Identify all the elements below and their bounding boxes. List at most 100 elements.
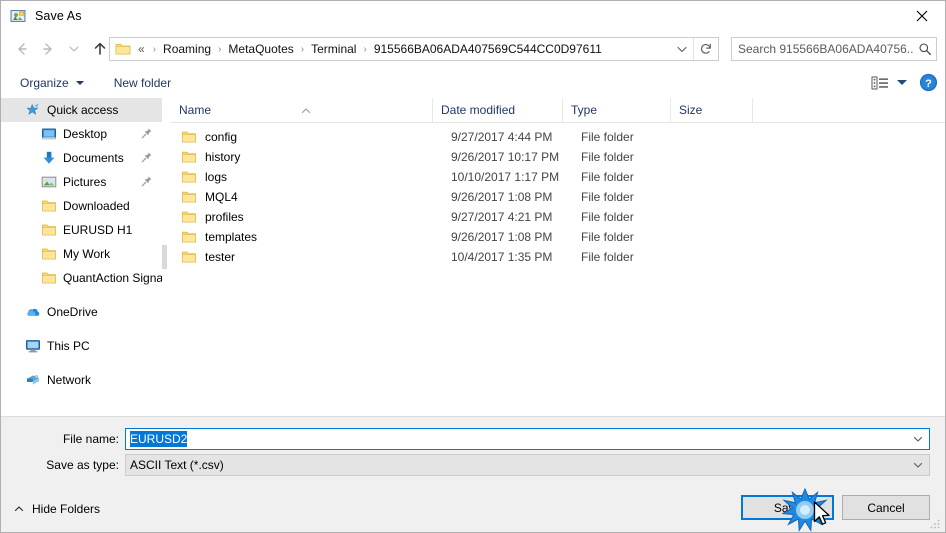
close-button[interactable] [899, 1, 945, 31]
file-list-pane: Name Date modified Type Size config 9/27… [171, 98, 945, 416]
breadcrumb: « › Roaming › MetaQuotes › Terminal › 91… [136, 42, 671, 56]
pin-icon[interactable] [140, 175, 153, 188]
column-header-type[interactable]: Type [563, 98, 671, 122]
navigation-pane: Quick access Desktop Documents Pictures … [1, 98, 163, 416]
file-name-input[interactable]: EURUSD2 [125, 428, 930, 450]
folder-icon [181, 229, 197, 245]
chevron-down-icon [677, 46, 687, 53]
save-as-type-label: Save as type: [46, 458, 119, 472]
save-as-app-icon [10, 8, 26, 24]
column-header-name[interactable]: Name [171, 98, 433, 122]
chevron-down-icon [913, 436, 923, 442]
breadcrumb-item-roaming[interactable]: Roaming [161, 42, 213, 56]
file-name: history [205, 150, 241, 164]
file-type: File folder [581, 150, 634, 164]
table-row[interactable]: templates 9/26/2017 1:08 PM File folder [171, 227, 945, 247]
table-row[interactable]: history 9/26/2017 10:17 PM File folder [171, 147, 945, 167]
sidebar-item-pictures[interactable]: Pictures [1, 170, 162, 194]
file-name: logs [205, 170, 228, 184]
help-button[interactable]: ? [911, 67, 945, 98]
chevron-up-icon [13, 503, 25, 515]
breadcrumb-item-terminal[interactable]: Terminal [309, 42, 358, 56]
chevron-down-icon [913, 462, 923, 468]
hide-folders-button[interactable]: Hide Folders [13, 499, 100, 519]
new-folder-label: New folder [113, 75, 172, 90]
title-bar: Save As [1, 1, 945, 31]
sidebar-item-label: Quick access [47, 103, 119, 117]
table-row[interactable]: logs 10/10/2017 1:17 PM File folder [171, 167, 945, 187]
search-box[interactable]: Search 915566BA06ADA40756... [731, 37, 937, 61]
column-header-date-modified[interactable]: Date modified [433, 98, 563, 122]
file-date-modified: 9/27/2017 4:21 PM [451, 210, 553, 224]
splitter-grip[interactable] [162, 245, 167, 269]
sidebar-item-desktop[interactable]: Desktop [1, 122, 162, 146]
sidebar-item-my-work[interactable]: My Work [1, 242, 162, 266]
breadcrumb-separator: › [218, 43, 222, 55]
pin-icon[interactable] [140, 151, 153, 164]
pin-icon[interactable] [140, 127, 153, 140]
back-button[interactable] [9, 36, 35, 62]
table-row[interactable]: tester 10/4/2017 1:35 PM File folder [171, 247, 945, 267]
table-row[interactable]: config 9/27/2017 4:44 PM File folder [171, 127, 945, 147]
folder-icon [181, 169, 197, 185]
column-header-label: Name [179, 103, 212, 117]
network-icon [25, 372, 41, 388]
save-as-type-select[interactable]: ASCII Text (*.csv) [125, 454, 930, 476]
file-name: MQL4 [205, 190, 238, 204]
file-type: File folder [581, 230, 634, 244]
file-date-modified: 9/26/2017 1:08 PM [451, 230, 553, 244]
breadcrumb-separator: › [300, 43, 305, 55]
save-as-type-value: ASCII Text (*.csv) [130, 458, 224, 472]
this-pc-icon [25, 338, 41, 354]
sidebar-item-quick-access[interactable]: Quick access [1, 98, 162, 122]
folder-icon [181, 149, 197, 165]
sidebar-item-eurusd-h1[interactable]: EURUSD H1 [1, 218, 162, 242]
save-button[interactable]: Save [741, 495, 834, 520]
organize-button[interactable]: Organize [14, 72, 90, 94]
file-type: File folder [581, 210, 634, 224]
address-bar[interactable]: « › Roaming › MetaQuotes › Terminal › 91… [109, 37, 719, 61]
address-dropdown-button[interactable] [671, 38, 693, 60]
pictures-icon [41, 174, 57, 190]
breadcrumb-item-terminal-id[interactable]: 915566BA06ADA407569C544CC0D97611 [372, 42, 604, 56]
cancel-button[interactable]: Cancel [842, 495, 930, 520]
new-folder-button[interactable]: New folder [108, 72, 177, 94]
help-icon: ? [919, 73, 937, 92]
onedrive-cloud-icon [25, 304, 41, 320]
sidebar-item-network[interactable]: Network [1, 368, 162, 392]
change-view-button[interactable] [867, 71, 911, 95]
breadcrumb-item-metaquotes[interactable]: MetaQuotes [226, 42, 295, 56]
sidebar-item-onedrive[interactable]: OneDrive [1, 300, 162, 324]
file-name-value: EURUSD2 [130, 431, 188, 447]
table-row[interactable]: MQL4 9/26/2017 1:08 PM File folder [171, 187, 945, 207]
breadcrumb-lead[interactable]: « [136, 42, 148, 56]
desktop-icon [41, 126, 57, 142]
folder-icon [41, 246, 57, 262]
table-row[interactable]: profiles 9/27/2017 4:21 PM File folder [171, 207, 945, 227]
sidebar-item-this-pc[interactable]: This PC [1, 334, 162, 358]
resize-grip-icon[interactable] [929, 518, 941, 530]
save-as-type-dropdown-button[interactable] [907, 455, 929, 475]
file-date-modified: 9/27/2017 4:44 PM [451, 130, 553, 144]
file-type: File folder [581, 130, 634, 144]
file-name-label: File name: [62, 432, 119, 446]
sidebar-item-documents[interactable]: Documents [1, 146, 162, 170]
search-input[interactable]: Search 915566BA06ADA40756... [738, 42, 914, 56]
column-header-size[interactable]: Size [671, 98, 753, 122]
forward-button[interactable] [35, 36, 61, 62]
search-icon [914, 38, 936, 60]
sidebar-item-downloaded[interactable]: Downloaded [1, 194, 162, 218]
folder-icon [181, 189, 197, 205]
file-name-dropdown-button[interactable] [907, 429, 929, 449]
save-as-dialog: Save As « › Roaming › MetaQuotes › Termi… [0, 0, 946, 533]
folder-icon [181, 129, 197, 145]
sidebar-item-label: EURUSD H1 [63, 223, 133, 237]
pane-splitter[interactable] [162, 98, 171, 416]
folder-icon [41, 198, 57, 214]
recent-locations-button[interactable] [61, 36, 87, 62]
refresh-button[interactable] [693, 38, 718, 60]
folder-icon [41, 270, 57, 286]
sidebar-item-quantaction-signal[interactable]: QuantAction Signal [1, 266, 162, 290]
